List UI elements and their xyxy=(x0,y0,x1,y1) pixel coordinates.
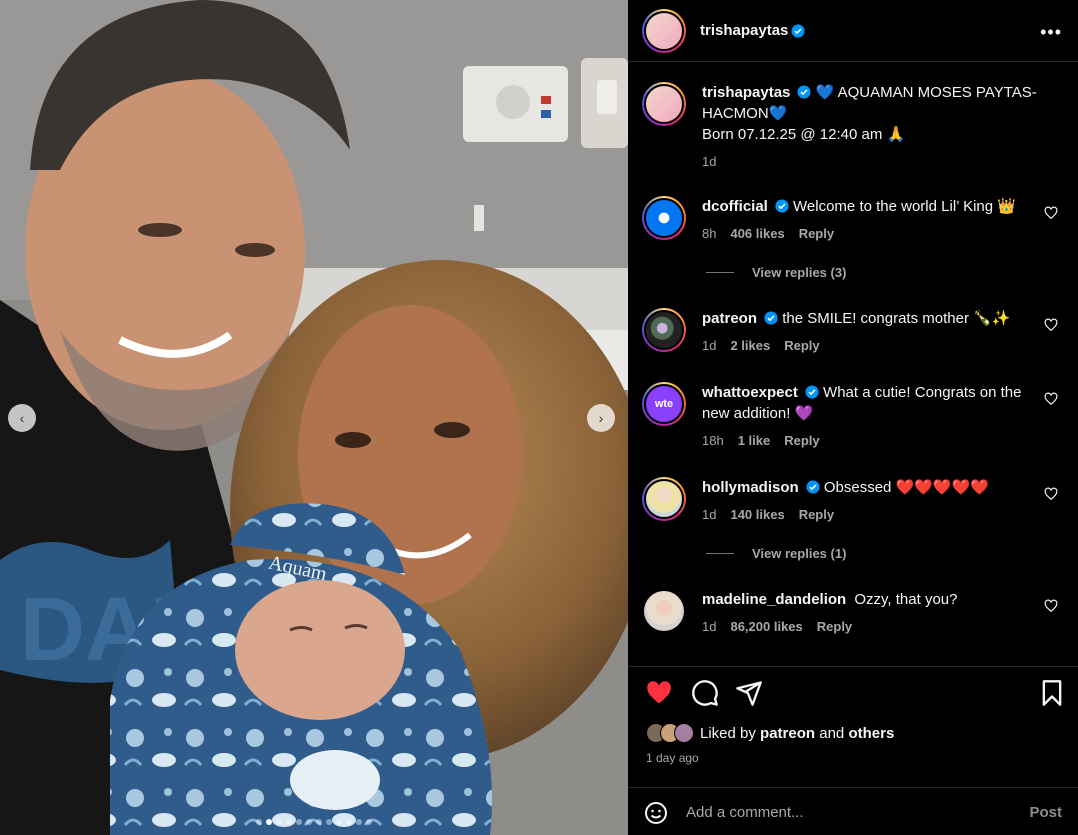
comment-time[interactable]: 1d xyxy=(702,335,716,356)
liked-by-prefix: Liked by xyxy=(700,724,756,742)
commenter-username[interactable]: whattoexpect xyxy=(702,384,798,401)
commenter-avatar[interactable] xyxy=(642,477,686,521)
carousel-dot xyxy=(316,819,322,825)
post-caption: trishapaytas 💙 AQUAMAN MOSES PAYTAS-HACM… xyxy=(642,82,1062,172)
comment-likes[interactable]: 140 likes xyxy=(730,504,784,525)
verified-badge-icon xyxy=(791,23,805,38)
comment-likes[interactable]: 2 likes xyxy=(730,335,770,356)
comment-text: the SMILE! congrats mother 🍾✨ xyxy=(782,310,1011,327)
commenter-avatar[interactable] xyxy=(644,591,684,631)
commenter-username[interactable]: hollymadison xyxy=(702,479,799,496)
comment-likes[interactable]: 86,200 likes xyxy=(730,616,802,637)
comment-item: dcofficial Welcome to the world Lil’ Kin… xyxy=(642,196,1062,244)
heart-outline-icon[interactable] xyxy=(1044,599,1058,613)
liked-by-and: and xyxy=(819,724,845,742)
post-comment-button[interactable]: Post xyxy=(1029,804,1062,821)
comment-likes[interactable]: 1 like xyxy=(738,430,771,451)
divider-line xyxy=(706,553,734,554)
verified-badge-icon xyxy=(775,199,789,213)
next-slide-button[interactable]: › xyxy=(587,404,615,432)
chevron-right-icon: › xyxy=(598,410,604,426)
carousel-dot xyxy=(336,819,342,825)
commenter-avatar[interactable] xyxy=(642,308,686,352)
heart-outline-icon[interactable] xyxy=(1044,318,1058,332)
more-options-icon[interactable]: ••• xyxy=(1040,22,1062,43)
author-avatar[interactable] xyxy=(642,8,686,53)
heart-outline-icon[interactable] xyxy=(1044,487,1058,501)
comment-input[interactable] xyxy=(686,804,1030,821)
liked-by-others[interactable]: others xyxy=(848,725,894,742)
liked-by-avatars[interactable] xyxy=(646,723,694,743)
carousel-dot xyxy=(356,819,362,825)
carousel-dot xyxy=(276,819,282,825)
view-replies-label: View replies (1) xyxy=(752,546,847,561)
commenter-username[interactable]: patreon xyxy=(702,310,757,327)
comments-list[interactable]: trishapaytas 💙 AQUAMAN MOSES PAYTAS-HACM… xyxy=(628,62,1078,666)
share-icon[interactable] xyxy=(735,679,763,707)
photo-scene: DAD Aquam xyxy=(0,0,628,835)
comment-likes[interactable]: 406 likes xyxy=(730,223,784,244)
comment-item: madeline_dandelion Ozzy, that you? 1d 86… xyxy=(642,589,1062,637)
verified-badge-icon xyxy=(806,480,820,494)
comment-time[interactable]: 18h xyxy=(702,430,724,451)
heart-outline-icon[interactable] xyxy=(1044,392,1058,406)
commenter-username[interactable]: dcofficial xyxy=(702,198,768,215)
wte-logo-text: wte xyxy=(654,398,674,410)
carousel-dot xyxy=(296,819,302,825)
commenter-avatar[interactable]: wte xyxy=(642,382,686,426)
carousel-dot xyxy=(306,819,312,825)
comment-time[interactable]: 1d xyxy=(702,616,716,637)
post-timestamp[interactable]: 1 day ago xyxy=(646,751,699,765)
divider-line xyxy=(706,272,734,273)
heart-filled-icon[interactable] xyxy=(645,679,673,707)
caption-username[interactable]: trishapaytas xyxy=(702,84,790,101)
commenter-username[interactable]: madeline_dandelion xyxy=(702,591,846,608)
carousel-dot xyxy=(266,819,272,825)
reply-button[interactable]: Reply xyxy=(784,335,819,356)
view-replies-button[interactable]: View replies (3) xyxy=(706,265,846,280)
previous-slide-button[interactable]: ‹ xyxy=(8,404,36,432)
comment-composer: Post xyxy=(628,787,1078,835)
commenter-avatar[interactable] xyxy=(642,196,686,240)
emoji-icon[interactable] xyxy=(644,801,668,825)
carousel-dot xyxy=(346,819,352,825)
verified-badge-icon xyxy=(805,385,819,399)
post-header: trishapaytas ••• xyxy=(628,0,1078,62)
comment-item: hollymadison Obsessed ❤️❤️❤️❤️❤️ 1d 140 … xyxy=(642,477,1062,525)
verified-badge-icon xyxy=(764,311,778,325)
bookmark-icon[interactable] xyxy=(1038,679,1066,707)
chevron-left-icon: ‹ xyxy=(19,410,25,426)
post-actions: Liked by patreon and others 1 day ago Po… xyxy=(628,666,1078,835)
post-photo[interactable]: DAD Aquam ‹ › xyxy=(0,0,628,835)
author-username[interactable]: trishapaytas xyxy=(700,22,788,39)
carousel-dot xyxy=(286,819,292,825)
liked-by-summary: Liked by patreon and others xyxy=(646,723,894,743)
view-replies-label: View replies (3) xyxy=(752,265,847,280)
carousel-indicator xyxy=(0,819,628,825)
reply-button[interactable]: Reply xyxy=(799,223,834,244)
comment-icon[interactable] xyxy=(691,679,719,707)
caption-time[interactable]: 1d xyxy=(702,151,716,172)
reply-button[interactable]: Reply xyxy=(799,504,834,525)
comment-text: Welcome to the world Lil’ King 👑 xyxy=(793,198,1016,215)
heart-outline-icon[interactable] xyxy=(1044,206,1058,220)
comment-item: patreon the SMILE! congrats mother 🍾✨ 1d… xyxy=(642,308,1062,356)
reply-button[interactable]: Reply xyxy=(817,616,852,637)
carousel-dot xyxy=(366,819,372,825)
reply-button[interactable]: Reply xyxy=(784,430,819,451)
comment-time[interactable]: 8h xyxy=(702,223,716,244)
comment-text: Obsessed ❤️❤️❤️❤️❤️ xyxy=(823,479,989,496)
comment-time[interactable]: 1d xyxy=(702,504,716,525)
comment-text: Ozzy, that you? xyxy=(854,591,958,608)
view-replies-button[interactable]: View replies (1) xyxy=(706,546,846,561)
comment-item: wte whattoexpect What a cutie! Congrats … xyxy=(642,382,1062,451)
caption-avatar[interactable] xyxy=(642,82,686,126)
carousel-dot xyxy=(326,819,332,825)
post-side-panel: trishapaytas ••• trishapaytas 💙 AQUAMAN … xyxy=(628,0,1078,835)
carousel-dot xyxy=(256,819,262,825)
liked-by-user[interactable]: patreon xyxy=(760,725,815,742)
verified-badge-icon xyxy=(797,85,811,99)
caption-birth-line: Born 07.12.25 @ 12:40 am 🙏 xyxy=(702,126,906,143)
